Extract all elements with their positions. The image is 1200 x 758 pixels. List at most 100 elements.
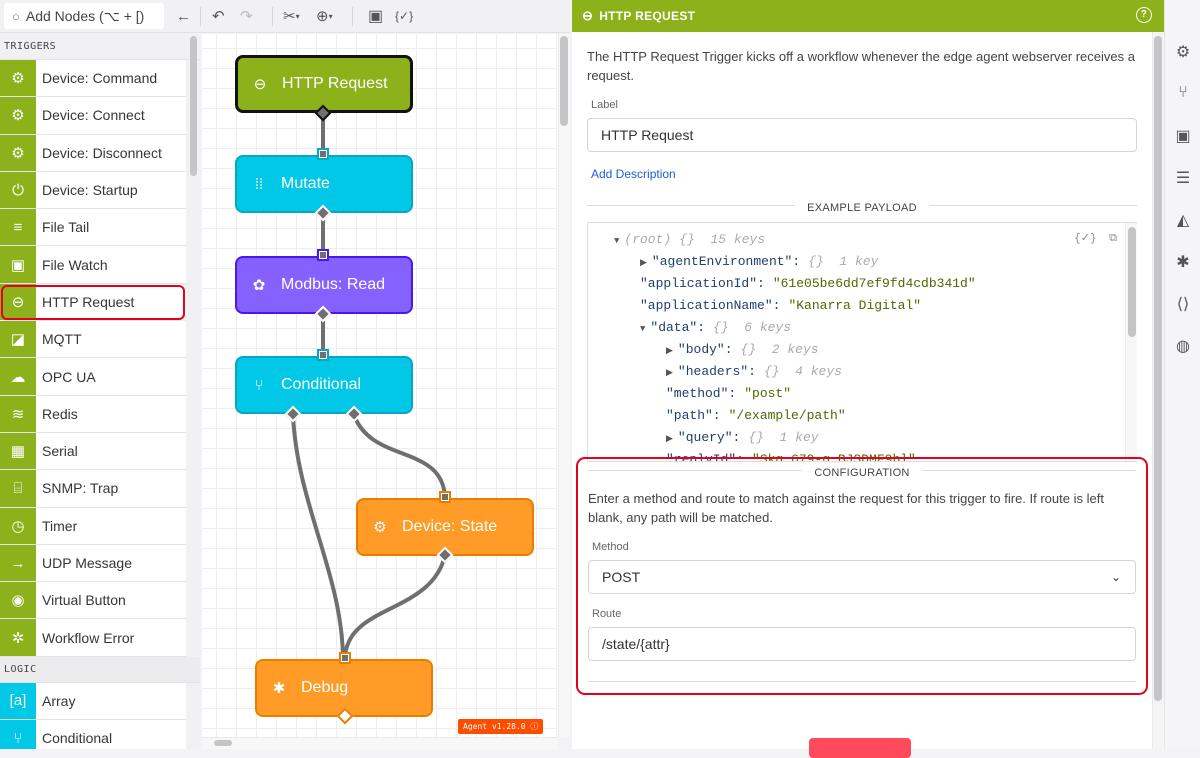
node-type-icon: ⑂ (0, 720, 36, 749)
input-port[interactable] (317, 249, 329, 261)
debug-icon[interactable]: ✱ (1165, 252, 1200, 272)
sidebar-item-array[interactable]: [a] Array (0, 682, 186, 721)
canvas-vertical-scrollbar[interactable] (560, 36, 568, 126)
node-type-icon: ⏻ (0, 171, 36, 209)
collapse-triangle-icon[interactable]: ▼ (614, 236, 619, 246)
back-arrow-icon[interactable]: ← (176, 6, 191, 26)
payload-key: "query": (677, 430, 741, 445)
chart-icon[interactable]: ◭ (1165, 210, 1200, 230)
expand-triangle-icon[interactable]: ▶ (666, 346, 673, 356)
node-properties-panel: ⊖ HTTP REQUEST ? The HTTP Request Trigge… (572, 0, 1164, 749)
node-icon: ⁞⁞ (254, 175, 264, 193)
agent-version-badge[interactable]: Agent v1.28.0 ⓘ (458, 719, 544, 734)
node-description: The HTTP Request Trigger kicks off a wor… (587, 49, 1135, 83)
expand-triangle-icon[interactable]: ▶ (666, 434, 673, 444)
device-chip-icon[interactable]: ▣ (1165, 126, 1200, 146)
sidebar-item-http-request[interactable]: ⊖ HTTP Request (0, 283, 186, 322)
sidebar-item-redis[interactable]: ≋ Redis (0, 395, 186, 433)
canvas-horizontal-scrollbar[interactable] (214, 740, 232, 746)
sidebar-item-timer[interactable]: ◷ Timer (0, 507, 186, 545)
workflow-node-mutate[interactable]: ⁞⁞ Mutate (235, 155, 413, 213)
chevron-down-icon: ⌄ (1110, 570, 1121, 584)
sidebar-item-conditional[interactable]: ⑂ Conditional (0, 720, 186, 749)
configuration-section: CONFIGURATION Enter a method and route t… (576, 457, 1148, 695)
sidebar-item-device-disconnect[interactable]: ⚙ Device: Disconnect (0, 134, 186, 172)
method-select[interactable]: POST ⌄ (588, 560, 1136, 594)
config-bottom-divider (588, 681, 1136, 682)
payload-row[interactable]: ▶ "agentEnvironment": {} 1 key (588, 251, 1137, 273)
copy-icon[interactable]: ⧉ (1109, 233, 1117, 245)
payload-key: "headers": (677, 364, 756, 379)
sidebar-item-snmp-trap[interactable]: ⌸ SNMP: Trap (0, 470, 186, 508)
sidebar-item-virtual-button[interactable]: ◉ Virtual Button (0, 582, 186, 620)
sidebar-item-serial[interactable]: ▦ Serial (0, 432, 186, 471)
payload-row[interactable]: ▼ (root) {} 15 keys (588, 229, 1137, 251)
payload-row[interactable]: ▶ "body": {} 2 keys (588, 339, 1137, 361)
workflow-canvas[interactable]: ⊖ HTTP Request ⁞⁞ Mutate ✿ Modbus: Read ⑂ Condi… (202, 34, 558, 737)
node-type-icon: ⚙ (0, 60, 36, 97)
method-value: POST (602, 569, 641, 585)
payload-row[interactable]: ▶ "query": {} 1 key (588, 427, 1137, 449)
globe-icon[interactable]: ◍ (1165, 336, 1200, 356)
redo-icon[interactable]: ↷ (240, 6, 253, 26)
input-port[interactable] (317, 148, 329, 160)
edit-json-icon[interactable]: {✓} (1074, 233, 1096, 245)
input-port[interactable] (317, 349, 329, 361)
storage-icon[interactable]: ☰ (1165, 168, 1200, 188)
toolbar-divider (200, 7, 201, 27)
settings-icon[interactable]: ⚙ (1165, 42, 1200, 62)
payload-value: "post" (744, 386, 792, 401)
label-input[interactable]: HTTP Request (587, 118, 1137, 152)
add-comment-icon[interactable]: ▣ (368, 6, 383, 26)
panel-title: HTTP REQUEST (599, 9, 696, 23)
workflow-node-conditional[interactable]: ⑂ Conditional (235, 356, 413, 414)
wire-device-state-debug (343, 554, 447, 659)
sidebar-item-udp-message[interactable]: → UDP Message (0, 544, 186, 583)
payload-meta: {} 2 keys (740, 342, 819, 357)
undo-icon[interactable]: ↶ (212, 6, 225, 26)
payload-row: "applicationId": "61e05be6dd7ef9fd4cdb341… (588, 273, 1137, 295)
payload-row[interactable]: ▶ "headers": {} 4 keys (588, 361, 1137, 383)
sidebar-item-label: Array (42, 692, 76, 709)
sidebar-item-opc-ua[interactable]: ☁ OPC UA (0, 358, 186, 396)
route-input[interactable]: /state/{attr} (588, 627, 1136, 661)
sidebar-item-workflow-error[interactable]: ✲ Workflow Error (0, 619, 186, 657)
node-type-icon: ⚙ (0, 97, 36, 134)
help-icon[interactable]: ? (1136, 7, 1152, 23)
delete-node-button[interactable] (809, 738, 911, 758)
sidebar-item-device-startup[interactable]: ⏻ Device: Startup (0, 171, 186, 210)
expand-triangle-icon[interactable]: ▶ (640, 258, 647, 268)
sidebar-item-device-command[interactable]: ⚙ Device: Command (0, 60, 186, 98)
payload-key: "body": (677, 342, 733, 357)
sidebar-item-label: Workflow Error (42, 629, 135, 646)
scissors-icon[interactable]: ✂ ▾ (283, 6, 300, 26)
sidebar-item-file-watch[interactable]: ▣ File Watch (0, 246, 186, 284)
collapse-triangle-icon[interactable]: ▼ (640, 324, 645, 334)
node-type-icon: ◉ (0, 582, 36, 619)
workflow-node-http-request[interactable]: ⊖ HTTP Request (235, 55, 413, 113)
code-icon[interactable]: ⟨⟩ (1165, 294, 1200, 314)
sidebar-item-file-tail[interactable]: ≡ File Tail (0, 209, 186, 247)
payload-scrollbar[interactable] (1128, 227, 1136, 337)
input-port[interactable] (439, 491, 451, 503)
sidebar-scrollbar[interactable] (190, 36, 197, 176)
version-branch-icon[interactable]: ⑂ (1165, 84, 1200, 102)
sidebar-item-device-connect[interactable]: ⚙ Device: Connect (0, 97, 186, 135)
sidebar-item-label: Device: Disconnect (42, 144, 162, 161)
expression-icon[interactable]: {✓} (395, 6, 413, 26)
zoom-icon[interactable]: ⊕ ▾ (316, 6, 333, 26)
example-payload-viewer[interactable]: {✓} ⧉ ▼ (root) {} 15 keys ▶ "agentEnvironmen… (587, 222, 1137, 462)
node-label: Mutate (281, 175, 330, 192)
add-nodes-search[interactable]: ○ Add Nodes (⌥ + [) (4, 3, 164, 29)
panel-scrollbar[interactable] (1154, 36, 1162, 701)
node-type-icon: ◪ (0, 321, 36, 358)
sidebar-item-label: Redis (42, 405, 78, 422)
input-port[interactable] (339, 652, 351, 664)
node-label: Conditional (281, 376, 362, 393)
sidebar-item-mqtt[interactable]: ◪ MQTT (0, 321, 186, 359)
add-description-link[interactable]: Add Description (591, 167, 1137, 181)
workflow-node-modbus-read[interactable]: ✿ Modbus: Read (235, 256, 413, 314)
expand-triangle-icon[interactable]: ▶ (666, 368, 673, 378)
sidebar-item-label: Device: Startup (42, 182, 138, 199)
payload-row[interactable]: ▼ "data": {} 6 keys (588, 317, 1137, 339)
